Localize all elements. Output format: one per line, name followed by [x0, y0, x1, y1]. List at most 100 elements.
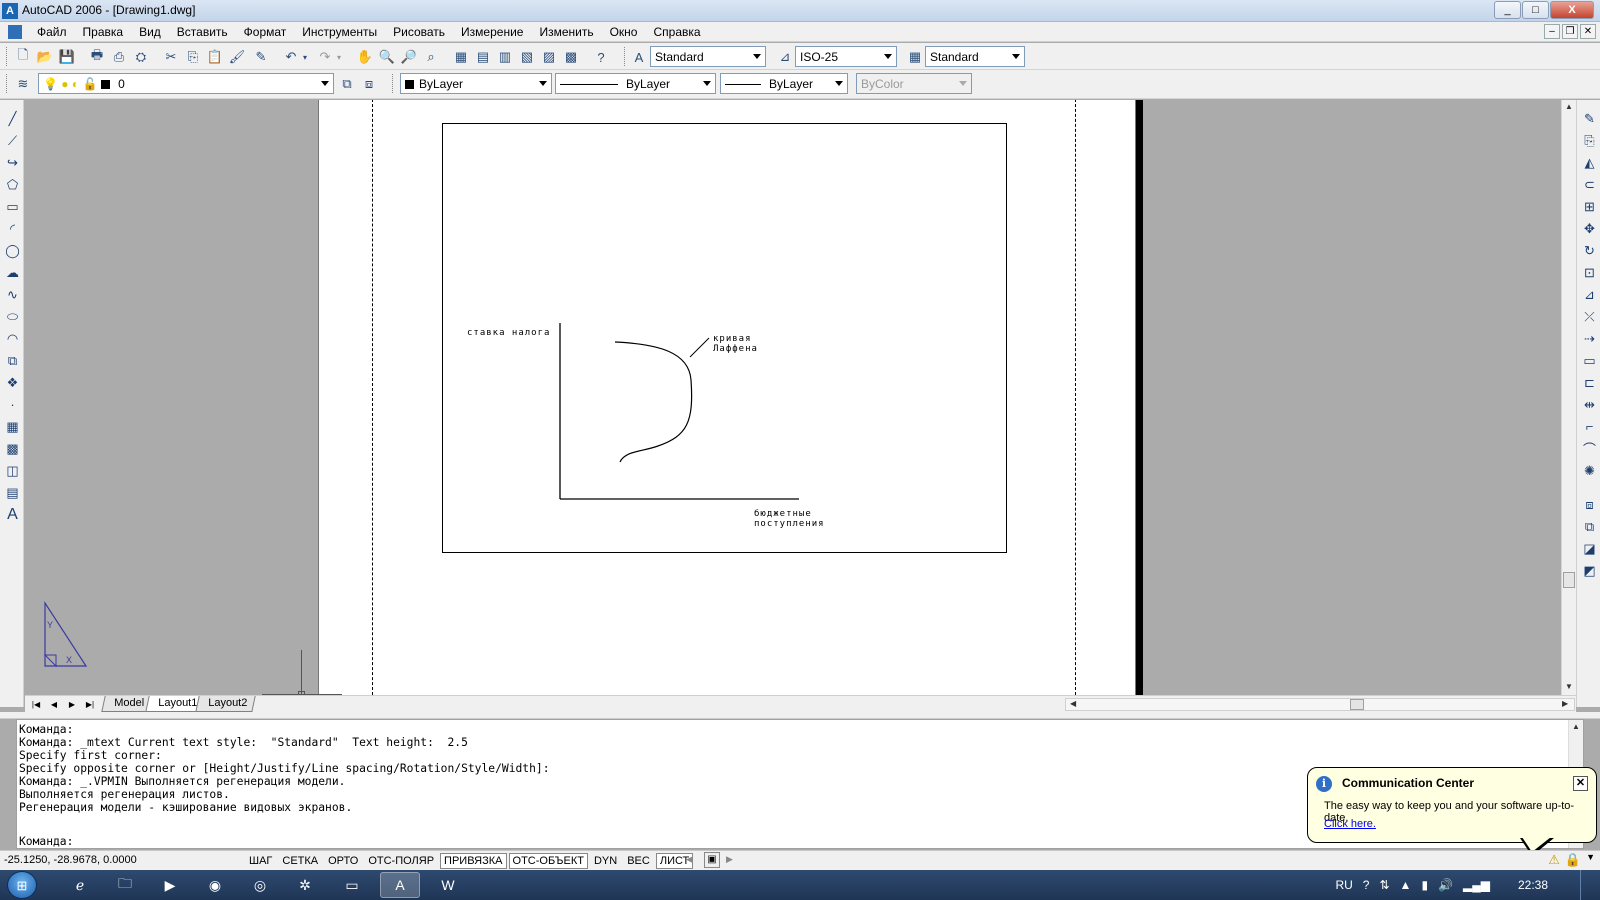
extend-icon[interactable]: ⇢: [1581, 330, 1598, 347]
scale-icon[interactable]: ⊡: [1581, 264, 1598, 281]
status-toggle-3[interactable]: ОТС-ПОЛЯР: [364, 853, 438, 869]
model-paper-icon[interactable]: ▣: [704, 852, 720, 868]
design-center-icon[interactable]: ▤: [474, 48, 492, 66]
signal-icon[interactable]: ▂▄▆: [1463, 878, 1490, 892]
make-current-layer-icon[interactable]: ⧉: [338, 75, 356, 93]
status-toggle-0[interactable]: ШАГ: [245, 853, 276, 869]
tab-layout2[interactable]: Layout2: [195, 696, 256, 712]
zoom-window-icon[interactable]: 🔎: [400, 48, 418, 66]
sheet-set-icon[interactable]: ▧: [518, 48, 536, 66]
window-app-icon[interactable]: ▭: [332, 872, 372, 898]
redo-dropdown-icon[interactable]: ▾: [334, 48, 344, 66]
chamfer-icon[interactable]: ⌐: [1581, 418, 1598, 435]
polyline-icon[interactable]: ↪: [4, 154, 21, 171]
vertical-scrollbar[interactable]: ▲ ▼: [1561, 100, 1576, 695]
status-toggle-1[interactable]: СЕТКА: [278, 853, 322, 869]
print-icon[interactable]: 🖶: [88, 47, 106, 66]
region-icon[interactable]: ◫: [4, 462, 21, 479]
construction-line-icon[interactable]: ⟋: [4, 132, 21, 149]
menu-item-10[interactable]: Справка: [645, 25, 708, 39]
text-style-icon[interactable]: A: [630, 48, 648, 66]
minimize-button[interactable]: _: [1494, 1, 1521, 19]
menu-item-4[interactable]: Формат: [236, 25, 295, 39]
horizontal-scrollbar[interactable]: ◀ ▶: [1065, 698, 1575, 711]
gradient-icon[interactable]: ▩: [4, 440, 21, 457]
erase-icon[interactable]: ✎: [1581, 110, 1598, 127]
text-style-select[interactable]: Standard: [650, 46, 766, 67]
battery-icon[interactable]: ▮: [1421, 878, 1428, 892]
command-window-grip[interactable]: [0, 712, 1600, 719]
break-at-point-icon[interactable]: ▭: [1581, 352, 1598, 369]
table-style-icon[interactable]: ▦: [906, 48, 924, 66]
balloon-close-button[interactable]: ✕: [1573, 776, 1588, 791]
color-select[interactable]: ByLayer: [400, 73, 552, 94]
menu-item-7[interactable]: Измерение: [453, 25, 531, 39]
redo-icon[interactable]: ↷: [316, 48, 334, 66]
communication-center-icon[interactable]: ⚠: [1548, 852, 1560, 868]
doc-restore-button[interactable]: ❐: [1562, 24, 1578, 39]
rotate-icon[interactable]: ↻: [1581, 242, 1598, 259]
help-tray-icon[interactable]: ?: [1363, 878, 1370, 892]
draw-order-above-icon[interactable]: ◪: [1581, 540, 1598, 557]
scroll-left-icon[interactable]: ◀: [1070, 699, 1076, 708]
markup-icon[interactable]: ▨: [540, 48, 558, 66]
chrome-icon[interactable]: ◎: [240, 872, 280, 898]
zoom-previous-icon[interactable]: ⌕: [422, 48, 440, 66]
trim-icon[interactable]: ⤫: [1581, 308, 1598, 325]
dim-style-icon[interactable]: ⊿: [776, 48, 794, 66]
scroll-down-icon[interactable]: ▼: [1565, 682, 1573, 691]
block-editor-icon[interactable]: ✎: [252, 48, 270, 66]
arc-icon[interactable]: ◜: [4, 220, 21, 237]
linetype-select[interactable]: ByLayer: [555, 73, 716, 94]
toolbar-grip[interactable]: [624, 47, 627, 66]
vertical-scroll-thumb[interactable]: [1563, 572, 1575, 588]
cut-icon[interactable]: ✂: [162, 48, 180, 66]
status-toggle-2[interactable]: ОРТО: [324, 853, 362, 869]
publish-icon[interactable]: ⛭: [132, 48, 150, 66]
show-hidden-icons-icon[interactable]: ▲: [1400, 878, 1412, 892]
status-toggle-6[interactable]: DYN: [590, 853, 621, 869]
copy-object-icon[interactable]: ⎘: [1581, 132, 1598, 149]
media-player-icon[interactable]: ▶: [150, 872, 190, 898]
balloon-link[interactable]: Click here.: [1324, 818, 1376, 830]
tool-palettes-icon[interactable]: ▥: [496, 48, 514, 66]
word-icon[interactable]: W: [428, 872, 468, 898]
pan-icon[interactable]: ✋: [356, 48, 374, 66]
status-menu-icon[interactable]: ▼: [1586, 852, 1595, 868]
status-toggle-4[interactable]: ПРИВЯЗКА: [440, 853, 507, 869]
open-folder-icon[interactable]: 📂: [36, 48, 54, 66]
move-icon[interactable]: ✥: [1581, 220, 1598, 237]
zoom-realtime-icon[interactable]: 🔍: [378, 48, 396, 66]
scroll-up-icon[interactable]: ▲: [1565, 102, 1573, 111]
prev-tab-icon[interactable]: ◀: [47, 698, 61, 711]
offset-icon[interactable]: ⊂: [1581, 176, 1598, 193]
maximize-button[interactable]: □: [1522, 1, 1549, 19]
autocad-app-icon[interactable]: A: [2, 3, 18, 19]
ellipse-icon[interactable]: ⬭: [4, 308, 21, 325]
firefox-icon[interactable]: ◉: [195, 872, 235, 898]
toolbar-grip[interactable]: [6, 74, 9, 93]
revision-cloud-icon[interactable]: ☁: [4, 264, 21, 281]
internet-explorer-icon[interactable]: ℯ: [60, 872, 100, 898]
next-tab-icon[interactable]: ▶: [65, 698, 79, 711]
network-tray-icon[interactable]: ⇅: [1379, 878, 1389, 892]
draw-order-under-icon[interactable]: ◩: [1581, 562, 1598, 579]
horizontal-scroll-thumb[interactable]: [1350, 699, 1364, 710]
lineweight-select[interactable]: ByLayer: [720, 73, 848, 94]
new-file-icon[interactable]: 🗋: [14, 47, 32, 66]
utility-app-icon[interactable]: ✲: [285, 872, 325, 898]
insert-block-icon[interactable]: ⧉: [4, 352, 21, 369]
stretch-icon[interactable]: ⊿: [1581, 286, 1598, 303]
table-icon[interactable]: ▤: [4, 484, 21, 501]
properties-icon[interactable]: ▦: [452, 48, 470, 66]
copy-icon[interactable]: ⎘: [184, 48, 202, 66]
layer-manager-icon[interactable]: ≋: [14, 75, 32, 93]
spline-icon[interactable]: ∿: [4, 286, 21, 303]
join-icon[interactable]: ⇹: [1581, 396, 1598, 413]
undo-icon[interactable]: ↶: [282, 48, 300, 66]
menu-item-3[interactable]: Вставить: [169, 25, 236, 39]
layer-select[interactable]: 💡 ● ◐ 🔓 0: [38, 73, 334, 94]
toolbar-lock-icon[interactable]: 🔒: [1565, 852, 1581, 868]
last-tab-icon[interactable]: ▶|: [83, 698, 97, 711]
paste-icon[interactable]: 📋: [206, 48, 224, 66]
